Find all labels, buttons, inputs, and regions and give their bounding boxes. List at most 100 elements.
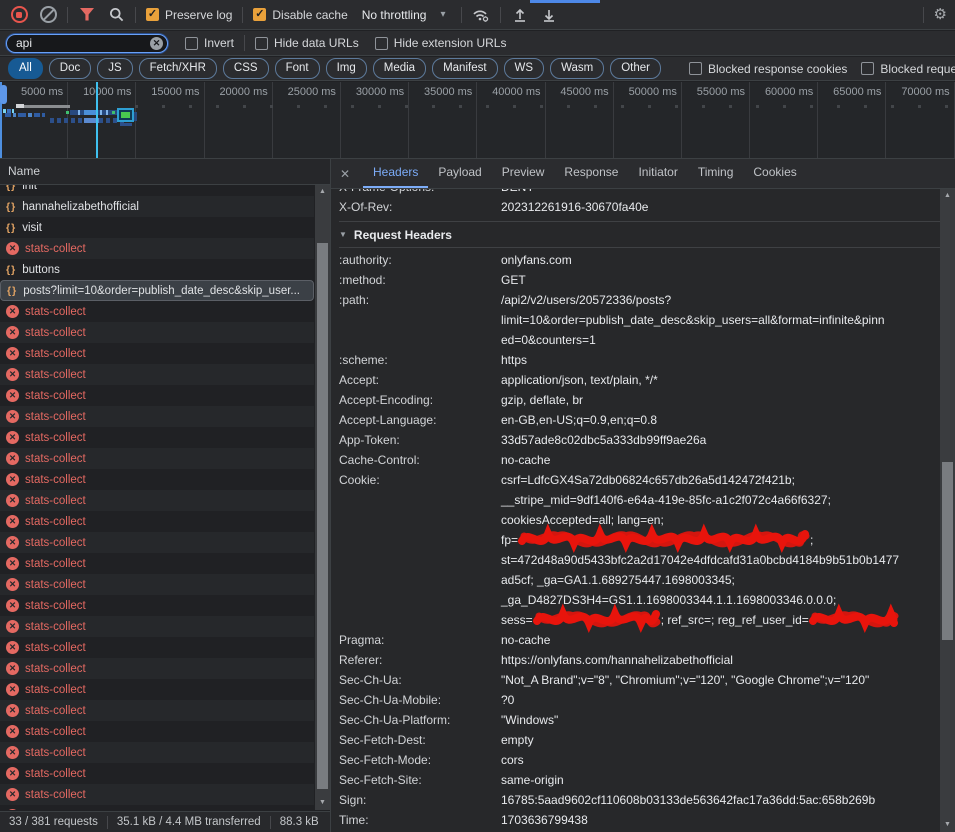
request-row[interactable]: ✕stats-collect (0, 322, 314, 343)
request-row[interactable]: ✕stats-collect (0, 574, 314, 595)
timeline-tick: 15000 ms (136, 82, 204, 158)
invert-checkbox[interactable] (185, 37, 198, 50)
search-button[interactable] (107, 6, 125, 24)
request-row[interactable]: ✕stats-collect (0, 679, 314, 700)
throttling-select[interactable]: No throttling (362, 8, 427, 22)
scroll-down-icon[interactable]: ▼ (315, 796, 330, 810)
devtools-network-panel: ✓ Preserve log ✓ Disable cache No thrott… (0, 0, 955, 832)
preserve-log-checkbox[interactable]: ✓ (146, 8, 159, 21)
request-row[interactable]: ✕stats-collect (0, 805, 314, 810)
scroll-up-icon[interactable]: ▲ (315, 185, 330, 199)
request-row[interactable]: ✕stats-collect (0, 469, 314, 490)
request-row[interactable]: {}init (0, 185, 314, 196)
header-value: DENY (501, 189, 534, 197)
tab-response[interactable]: Response (554, 159, 628, 188)
filter-pill-wasm[interactable]: Wasm (550, 58, 604, 79)
request-row[interactable]: ✕stats-collect (0, 385, 314, 406)
header-name: Sec-Fetch-Site: (339, 770, 501, 790)
request-row[interactable]: ✕stats-collect (0, 343, 314, 364)
request-row-selected[interactable]: {}posts?limit=10&order=publish_date_desc… (0, 280, 314, 301)
settings-gear-icon[interactable]: ⚙ (934, 7, 947, 22)
overview-range-grip[interactable] (0, 85, 7, 104)
request-row[interactable]: {}hannahelizabethofficial (0, 196, 314, 217)
request-row[interactable]: ✕stats-collect (0, 616, 314, 637)
name-column-header[interactable]: Name (0, 159, 330, 185)
header-value: application/json, text/plain, */* (501, 370, 658, 390)
request-row[interactable]: ✕stats-collect (0, 595, 314, 616)
scroll-up-icon[interactable]: ▲ (940, 189, 955, 203)
header-name: Sec-Ch-Ua-Platform: (339, 710, 501, 730)
blocked-request-icon: ✕ (6, 683, 19, 696)
details-scrollbar[interactable]: ▲ ▼ (940, 189, 955, 832)
network-conditions-button[interactable] (472, 6, 490, 24)
scrollbar-thumb[interactable] (317, 243, 328, 789)
filter-pill-css[interactable]: CSS (223, 58, 269, 79)
request-row[interactable]: ✕stats-collect (0, 742, 314, 763)
hide-data-urls-checkbox[interactable] (255, 37, 268, 50)
tab-headers[interactable]: Headers (363, 159, 428, 188)
scroll-down-icon[interactable]: ▼ (940, 818, 955, 832)
filter-pill-all[interactable]: All (8, 58, 43, 79)
header-value: /api2/v2/users/20572336/posts?limit=10&o… (501, 290, 885, 350)
request-row[interactable]: ✕stats-collect (0, 784, 314, 805)
request-row[interactable]: ✕stats-collect (0, 238, 314, 259)
tab-initiator[interactable]: Initiator (628, 159, 687, 188)
hide-extension-urls-checkbox[interactable] (375, 37, 388, 50)
request-row[interactable]: ✕stats-collect (0, 553, 314, 574)
request-name: stats-collect (25, 537, 86, 549)
filter-input[interactable] (6, 34, 168, 53)
request-list-scrollbar[interactable]: ▲ ▼ (315, 185, 330, 810)
request-row[interactable]: ✕stats-collect (0, 637, 314, 658)
blocked-requests-checkbox[interactable] (861, 62, 874, 75)
tab-payload[interactable]: Payload (428, 159, 491, 188)
waterfall-bar (18, 113, 26, 117)
fetch-xhr-icon: {} (6, 264, 16, 276)
filter-pill-other[interactable]: Other (610, 58, 661, 79)
export-har-button[interactable] (540, 6, 558, 24)
filter-pill-font[interactable]: Font (275, 58, 320, 79)
close-details-icon[interactable]: ✕ (331, 167, 359, 181)
filter-pill-doc[interactable]: Doc (49, 58, 91, 79)
toolbar-divider (135, 7, 136, 23)
request-row[interactable]: {}buttons (0, 259, 314, 280)
request-row[interactable]: ✕stats-collect (0, 532, 314, 553)
clear-filter-icon[interactable]: ✕ (150, 37, 163, 50)
disable-cache-checkbox[interactable]: ✓ (253, 8, 266, 21)
request-row[interactable]: {}visit (0, 217, 314, 238)
filter-pill-media[interactable]: Media (373, 58, 426, 79)
import-har-button[interactable] (511, 6, 529, 24)
filter-pill-ws[interactable]: WS (504, 58, 545, 79)
request-row[interactable]: ✕stats-collect (0, 511, 314, 532)
filter-pill-manifest[interactable]: Manifest (432, 58, 497, 79)
scrollbar-thumb[interactable] (942, 462, 953, 640)
filter-pill-fetch-xhr[interactable]: Fetch/XHR (139, 58, 217, 79)
request-name: posts?limit=10&order=publish_date_desc&s… (23, 285, 300, 297)
request-name: stats-collect (25, 306, 86, 318)
filter-pill-img[interactable]: Img (326, 58, 367, 79)
request-name: stats-collect (25, 474, 86, 486)
tab-cookies[interactable]: Cookies (743, 159, 806, 188)
request-row[interactable]: ✕stats-collect (0, 658, 314, 679)
request-list: {}init{}hannahelizabethofficial{}visit✕s… (0, 185, 314, 810)
tab-timing[interactable]: Timing (688, 159, 744, 188)
clear-network-log-button[interactable] (39, 6, 57, 24)
network-overview[interactable]: 5000 ms10000 ms15000 ms20000 ms25000 ms3… (0, 82, 955, 159)
request-row[interactable]: ✕stats-collect (0, 763, 314, 784)
requests-count: 33 / 381 requests (9, 816, 98, 828)
request-row[interactable]: ✕stats-collect (0, 427, 314, 448)
record-stop-button[interactable] (10, 6, 28, 24)
request-row[interactable]: ✕stats-collect (0, 448, 314, 469)
request-row[interactable]: ✕stats-collect (0, 490, 314, 511)
request-name: init (22, 185, 37, 192)
filter-toggle-button[interactable] (78, 6, 96, 24)
tab-preview[interactable]: Preview (492, 159, 555, 188)
filter-pill-js[interactable]: JS (97, 58, 132, 79)
request-row[interactable]: ✕stats-collect (0, 301, 314, 322)
request-row[interactable]: ✕stats-collect (0, 406, 314, 427)
request-row[interactable]: ✕stats-collect (0, 364, 314, 385)
request-row[interactable]: ✕stats-collect (0, 721, 314, 742)
request-row[interactable]: ✕stats-collect (0, 700, 314, 721)
section-header-request-headers[interactable]: ▼Request Headers (339, 222, 940, 248)
blocked-response-cookies-checkbox[interactable] (689, 62, 702, 75)
section-title: Request Headers (354, 228, 452, 242)
